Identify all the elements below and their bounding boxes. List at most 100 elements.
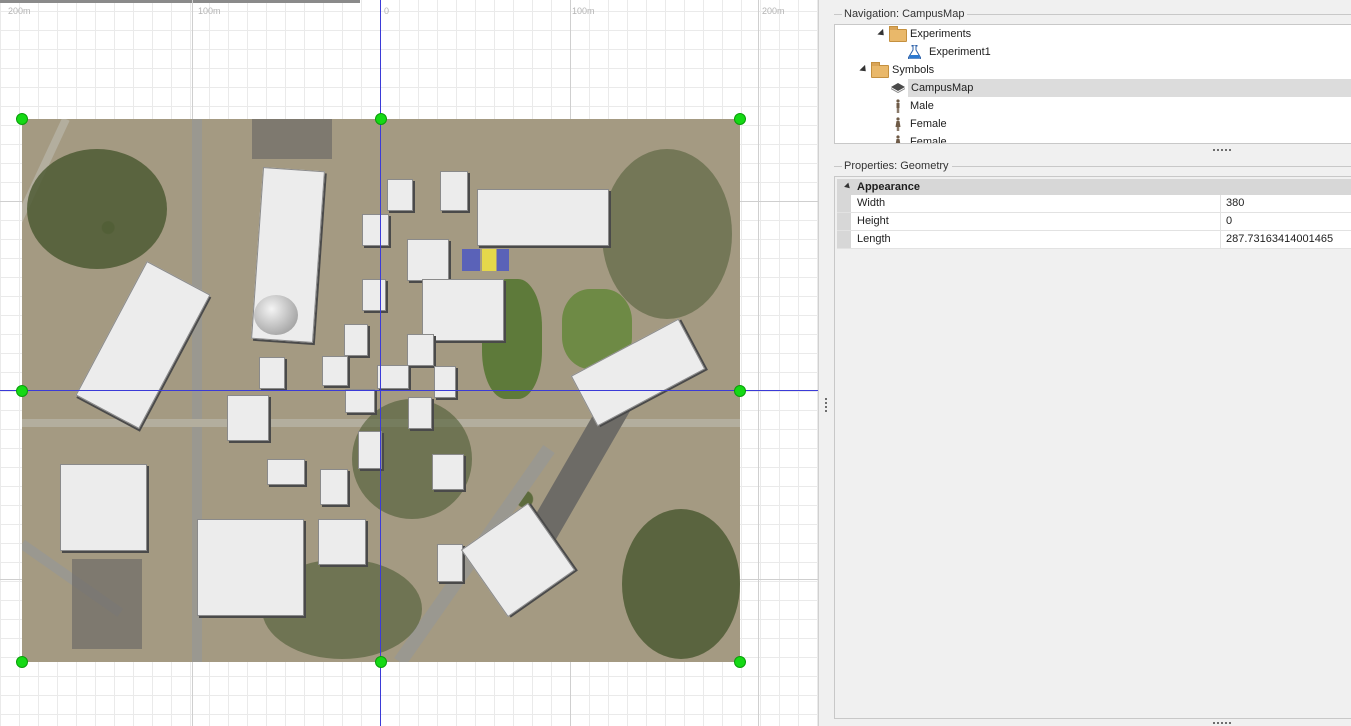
ruler-label: 200m <box>762 6 785 16</box>
resize-handle-bottom-left[interactable] <box>16 656 28 668</box>
row-gutter <box>837 195 851 212</box>
x-axis-line <box>0 390 818 391</box>
tree-item-female[interactable]: Female <box>835 133 1351 144</box>
building <box>440 171 468 211</box>
building <box>344 324 368 356</box>
row-gutter <box>837 213 851 230</box>
building <box>320 469 348 505</box>
group-border <box>834 14 842 15</box>
property-value-field[interactable]: 287.73163414001465 <box>1220 231 1351 248</box>
resize-handle-top-right[interactable] <box>734 113 746 125</box>
building <box>345 389 375 413</box>
tree-item-label: Male <box>910 100 934 112</box>
property-row-height[interactable]: Height 0 <box>837 213 1351 231</box>
expand-arrow-icon[interactable] <box>859 64 869 75</box>
building <box>358 431 382 469</box>
building <box>259 357 285 389</box>
navigation-panel-title: Navigation: CampusMap <box>844 8 968 20</box>
building <box>434 366 456 398</box>
resize-grip-icon[interactable] <box>1213 722 1231 724</box>
property-name: Width <box>857 197 886 209</box>
folder-icon <box>871 62 889 78</box>
parking-lot <box>252 119 332 159</box>
building <box>227 395 269 441</box>
resize-handle-top[interactable] <box>375 113 387 125</box>
tree-item-label: Female <box>910 136 947 144</box>
building <box>362 279 386 311</box>
parking-lot <box>72 559 142 649</box>
vertical-splitter[interactable] <box>818 0 833 726</box>
property-name: Length <box>857 233 891 245</box>
ruler-label: 200m <box>8 6 31 16</box>
building <box>377 365 409 389</box>
person-female-icon <box>895 135 901 143</box>
building <box>362 214 389 246</box>
expand-arrow-icon[interactable] <box>877 28 887 39</box>
building <box>437 544 463 582</box>
properties-panel-title: Properties: Geometry <box>844 160 952 172</box>
group-border <box>834 166 842 167</box>
tree-item-symbols[interactable]: Symbols <box>835 61 1351 79</box>
category-appearance[interactable]: Appearance <box>837 179 1351 195</box>
building <box>432 454 464 490</box>
tree-cluster <box>27 149 167 269</box>
map-canvas[interactable]: 200m 100m 0 100m 200m <box>0 0 818 726</box>
row-gutter <box>837 231 851 248</box>
dome <box>254 295 298 335</box>
building <box>407 239 449 281</box>
person-female-icon <box>895 117 901 131</box>
resize-handle-bottom[interactable] <box>375 656 387 668</box>
building <box>197 519 304 616</box>
tree-item-experiments[interactable]: Experiments <box>835 25 1351 43</box>
resize-handle-top-left[interactable] <box>16 113 28 125</box>
property-value-field[interactable]: 380 <box>1220 195 1351 212</box>
property-grid[interactable]: Appearance Width 380 Height 0 Length 287… <box>834 176 1351 719</box>
tree-item-experiment1[interactable]: Experiment1 <box>835 43 1351 61</box>
property-value-field[interactable]: 0 <box>1220 213 1351 230</box>
building <box>387 179 413 211</box>
navigation-tree[interactable]: Experiments Experiment1 Symbols CampusMa… <box>834 24 1351 144</box>
property-row-width[interactable]: Width 380 <box>837 195 1351 213</box>
tree-item-label: CampusMap <box>911 82 974 94</box>
canvas-scroll-indicator <box>0 0 360 3</box>
building <box>407 334 434 366</box>
building <box>462 249 480 271</box>
group-border <box>952 166 1351 167</box>
folder-icon <box>889 26 907 42</box>
resize-handle-bottom-right[interactable] <box>734 656 746 668</box>
building <box>318 519 366 565</box>
property-row-length[interactable]: Length 287.73163414001465 <box>837 231 1351 249</box>
resize-grip-icon[interactable] <box>1213 149 1231 151</box>
building <box>60 464 147 551</box>
ruler-label: 100m <box>572 6 595 16</box>
resize-handle-left[interactable] <box>16 385 28 397</box>
y-axis-line <box>380 0 381 726</box>
person-male-icon <box>896 99 900 113</box>
grid-line <box>758 0 759 726</box>
map-icon <box>891 83 905 93</box>
tree-item-label: Symbols <box>892 64 935 76</box>
resize-handle-right[interactable] <box>734 385 746 397</box>
ruler-label: 100m <box>198 6 221 16</box>
tree-item-label: Experiments <box>910 28 972 40</box>
group-border <box>962 14 1351 15</box>
property-name: Height <box>857 215 889 227</box>
tree-cluster <box>602 149 732 319</box>
splitter-grip-icon[interactable] <box>825 398 827 412</box>
building <box>408 397 432 429</box>
building <box>75 260 211 430</box>
category-label: Appearance <box>857 181 920 193</box>
tree-item-label: Experiment1 <box>929 46 991 58</box>
ruler-label: 0 <box>384 6 390 16</box>
building <box>482 249 496 271</box>
building <box>322 356 348 386</box>
collapse-arrow-icon[interactable] <box>844 182 852 191</box>
building <box>477 189 609 246</box>
flask-icon <box>908 45 921 59</box>
building <box>422 279 504 341</box>
tree-item-campusmap[interactable]: CampusMap <box>891 79 1351 97</box>
tree-cluster <box>622 509 740 659</box>
tree-item-female[interactable]: Female <box>835 115 1351 133</box>
tree-item-label: Female <box>910 118 947 130</box>
tree-item-male[interactable]: Male <box>835 97 1351 115</box>
